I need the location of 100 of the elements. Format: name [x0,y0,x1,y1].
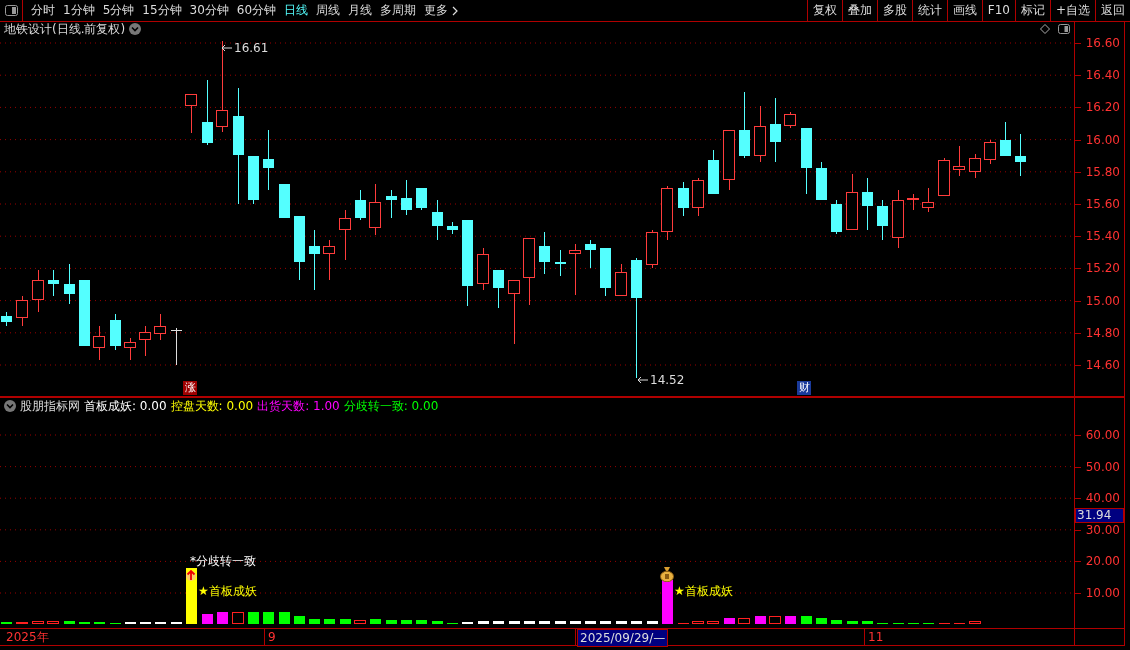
toolbar-button[interactable]: 返回 [1095,0,1130,21]
indicator-bar [186,568,197,624]
indicator-bar [16,622,28,624]
arrow-icon [637,376,649,384]
panel-icon[interactable] [1058,24,1070,34]
axis-label: 15.80 [1085,165,1120,178]
candle [139,325,151,357]
dropdown-icon[interactable] [129,23,142,35]
toolbar-button[interactable]: 叠加 [841,0,877,21]
dropdown-icon[interactable] [4,400,16,412]
axis-label: 14.80 [1085,326,1120,339]
period-tab[interactable]: 日线 [280,0,313,21]
period-tab[interactable]: 月线 [344,0,377,21]
candle [16,295,28,327]
candle [248,155,259,205]
period-tab[interactable]: 5分钟 [98,0,139,21]
candle [309,229,320,291]
candle [416,187,427,211]
indicator-bar [64,621,75,624]
candle [907,193,919,211]
up-arrow-icon [185,569,197,581]
toolbar-button[interactable]: 标记 [1014,0,1050,21]
candle [969,153,981,179]
candle [708,149,719,195]
period-tab[interactable]: 60分钟 [232,0,281,21]
indicator-bar [908,623,919,624]
toolbar-button[interactable]: 多股 [876,0,912,21]
axis-label: 16.20 [1085,101,1120,114]
candle [202,79,213,146]
candle [432,199,443,241]
indicator-bar [354,620,366,624]
candle [355,189,366,221]
indicator-bar [847,621,858,624]
indicator-bar [831,620,842,624]
candle [93,325,105,361]
indicator-bar [432,621,443,624]
price-label: 16.61 [234,42,269,55]
event-marker[interactable]: 财 [797,381,811,395]
period-tab[interactable]: 15分钟 [138,0,186,21]
indicator-bar [662,580,673,624]
indicator-value: 控盘天数: 0.00 [170,398,254,414]
chart-annotation: ★首板成妖 [674,585,733,598]
candle [984,139,996,165]
indicator-bar [401,620,412,624]
indicator-value: 首板成妖: 0.00 [84,398,167,414]
indicator-bar [539,621,550,624]
more-button[interactable]: 更多 [420,0,464,21]
candle [369,183,381,236]
indicator-bar [816,618,827,624]
period-tab[interactable]: 分时 [27,0,59,21]
period-tab[interactable]: 30分钟 [185,0,233,21]
indicator-name: 股朋指标网 [20,398,80,414]
indicator-bar [509,621,520,624]
axis-label: 60.00 [1085,429,1120,441]
candle [615,263,627,297]
candle [79,279,90,347]
indicator-bar [524,621,535,624]
chart-annotation: *分歧转一致 [190,555,256,568]
axis-label: 15.60 [1085,198,1120,210]
arrow-icon [221,44,233,52]
toolbar-button[interactable]: +自选 [1049,0,1095,21]
indicator-bar [340,619,351,624]
period-tab[interactable]: 周线 [312,0,345,21]
candle [154,313,166,341]
toolbar-button[interactable]: 统计 [911,0,947,21]
candle [185,93,197,134]
axis-label: 14.60 [1085,359,1120,371]
event-marker[interactable]: 涨 [183,381,197,395]
indicator-bar [707,621,719,624]
toolbar-button[interactable]: 画线 [946,0,982,21]
period-tab[interactable]: 1分钟 [59,0,99,21]
axis-label: 40.00 [1085,492,1120,505]
toolbar-button[interactable]: 复权 [806,0,842,21]
indicator-bar [370,619,381,624]
axis-label: 15.20 [1085,262,1120,275]
indicator-bar [755,616,766,624]
indicator-bar [140,622,151,624]
diamond-icon[interactable] [1040,24,1050,34]
period-tab[interactable]: 多周期 [376,0,421,21]
candle [784,111,796,129]
candle [1000,121,1011,157]
candle [477,247,489,291]
indicator-bar [585,621,596,624]
panel-icon[interactable] [4,5,18,16]
chart-annotation: ★首板成妖 [198,585,257,598]
indicator-bar [939,623,950,624]
indicator-bar [600,621,611,624]
candle [739,91,750,159]
date-label: 11 [867,629,885,645]
indicator-value: 分歧转一致: 0.00 [343,398,439,414]
indicator-bar [678,623,689,624]
toolbar-button[interactable]: F10 [981,0,1015,21]
candle [678,181,689,217]
candle [661,185,673,241]
indicator-bar [110,623,121,624]
indicator-bar [232,612,244,624]
indicator-bar [692,621,704,624]
indicator-bar [171,622,182,624]
indicator-bar [969,621,981,624]
candle [64,263,75,305]
